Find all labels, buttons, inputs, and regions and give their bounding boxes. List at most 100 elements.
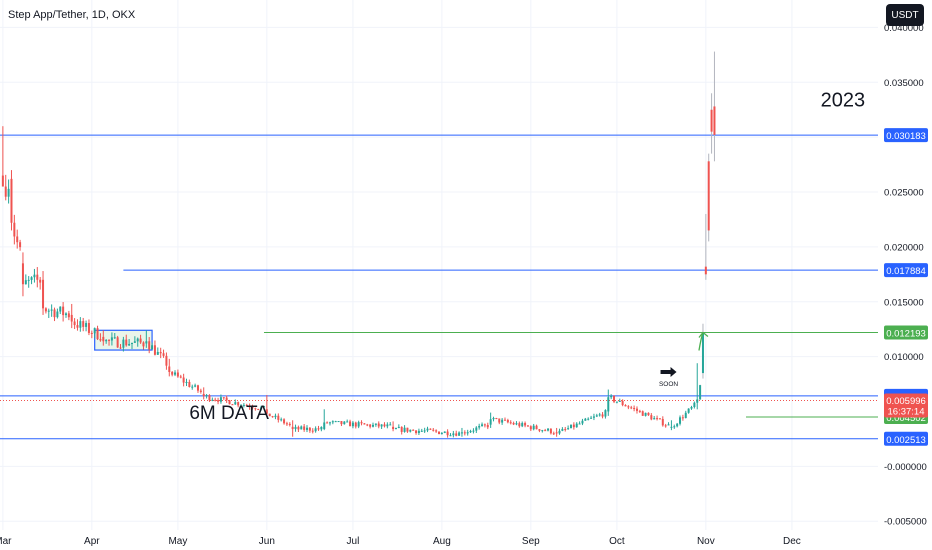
candle-body <box>581 420 584 424</box>
candle-body <box>690 406 693 409</box>
candle-down <box>366 423 369 427</box>
candle-down <box>377 421 380 429</box>
candle-body <box>552 433 555 435</box>
candle-down <box>188 379 191 388</box>
candle-body <box>349 421 352 427</box>
candle-up <box>684 410 687 419</box>
candle-down <box>661 416 664 427</box>
candle-up <box>699 384 702 401</box>
candle-body <box>85 323 88 327</box>
candle-body <box>222 397 225 399</box>
candle-body <box>521 423 524 427</box>
candle-body <box>389 424 392 426</box>
candle-up <box>676 422 679 428</box>
candle-up <box>403 425 406 433</box>
candle-body <box>280 419 283 421</box>
candle-body <box>656 418 659 420</box>
candle-body <box>79 321 82 328</box>
candle-up <box>64 312 67 318</box>
candle-body <box>93 328 96 334</box>
candle-up <box>27 276 30 288</box>
candle-down <box>4 174 7 201</box>
candle-body <box>460 432 463 434</box>
candle-body <box>125 339 128 346</box>
candle-body <box>483 424 486 426</box>
candle-body <box>105 339 108 342</box>
candle-body <box>171 371 174 375</box>
candle-body <box>168 366 171 372</box>
candle-up <box>452 430 455 438</box>
candle-up <box>443 431 446 434</box>
x-tick-label: Mar <box>0 536 12 547</box>
candle-down <box>349 419 352 427</box>
candle-body <box>10 178 13 223</box>
candle-body <box>13 222 16 237</box>
candle-body <box>116 337 119 348</box>
candle-body <box>529 426 532 430</box>
candle-down <box>73 318 76 330</box>
candle-down <box>277 413 280 423</box>
candle-body <box>437 431 441 435</box>
candle-body <box>96 328 99 340</box>
candle-body <box>524 423 527 426</box>
candle-down <box>710 93 713 154</box>
candle-body <box>452 433 455 436</box>
candle-body <box>653 418 656 420</box>
candle-down <box>601 412 604 419</box>
candle-up <box>300 425 303 430</box>
candle-body <box>67 313 70 318</box>
candle-down <box>707 153 710 242</box>
candle-up <box>567 425 570 430</box>
candle-up <box>426 426 429 433</box>
candle-down <box>96 325 99 341</box>
candle-body <box>650 415 653 420</box>
candle-body <box>701 333 704 374</box>
candle-body <box>323 422 326 430</box>
candle-body <box>610 395 613 398</box>
candle-body <box>142 342 145 347</box>
candle-up <box>584 417 587 421</box>
candle-body <box>113 337 116 339</box>
candle-down <box>664 423 667 428</box>
grid <box>0 0 878 530</box>
candle-body <box>110 337 113 341</box>
candle-body <box>699 385 702 400</box>
candle-down <box>549 428 552 435</box>
candle-body <box>214 399 217 401</box>
candle-body <box>139 338 142 343</box>
candle-down <box>62 302 65 322</box>
candle-down <box>463 430 466 436</box>
candle-body <box>346 421 349 423</box>
candle-up <box>466 429 469 436</box>
candle-body <box>271 416 274 418</box>
candle-up <box>59 306 62 315</box>
x-tick-label: Aug <box>433 536 451 547</box>
candle-down <box>21 252 24 297</box>
candle-up <box>592 413 595 421</box>
candle-up <box>587 417 590 421</box>
candle-body <box>403 427 406 432</box>
candle-body <box>392 426 395 430</box>
candle-body <box>684 412 687 419</box>
candle-up <box>314 426 317 433</box>
candle-body <box>47 310 50 312</box>
candle-body <box>584 418 587 421</box>
candle-up <box>492 416 495 422</box>
candle-body <box>145 341 148 344</box>
candlestick-chart[interactable]: 2023 6M DATA SOON 0.030183 0.017884 0.012193… <box>0 0 932 550</box>
candle-body <box>182 377 185 383</box>
candle-up <box>294 424 297 432</box>
candle-body <box>415 430 418 434</box>
candle-down <box>552 431 555 436</box>
candle-body <box>76 325 79 328</box>
candle-body <box>277 415 280 420</box>
candle-down <box>641 410 644 416</box>
candle-body <box>70 314 73 322</box>
candle-body <box>351 422 354 427</box>
candle-down <box>415 430 418 435</box>
candle-body <box>547 428 550 431</box>
candle-body <box>320 426 323 430</box>
candle-up <box>280 417 283 422</box>
price-label: 0.030183 <box>884 128 928 143</box>
candle-body <box>638 410 641 412</box>
